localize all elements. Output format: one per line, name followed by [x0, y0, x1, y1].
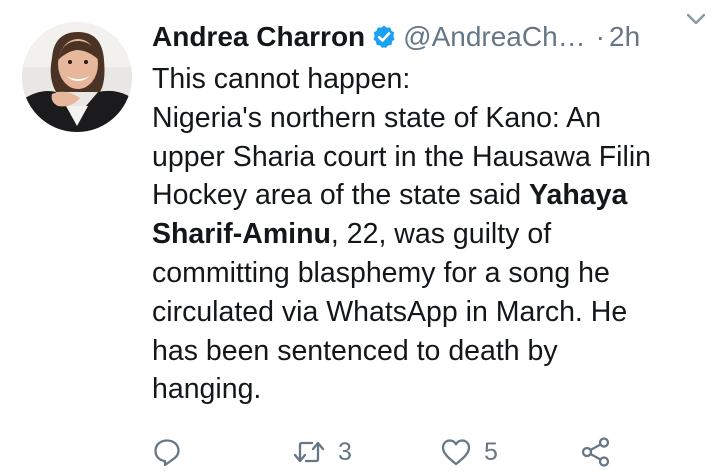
separator-dot: ·	[595, 21, 605, 52]
bold-name: Yahaya	[529, 179, 628, 212]
verified-badge-icon	[373, 25, 395, 49]
tweet-line: committing blasphemy for a song he	[152, 256, 610, 289]
tweet-line: circulated via WhatsApp in March. He	[152, 295, 628, 328]
tweet-line: Hockey area of the state said Yahaya	[152, 176, 702, 215]
tweet-line: Nigeria's northern state of Kano: An	[152, 101, 602, 134]
retweet-count: 3	[338, 437, 352, 466]
share-button[interactable]	[580, 432, 612, 472]
reply-button[interactable]	[152, 432, 182, 472]
tweet-line: upper Sharia court in the Hausawa Filin	[152, 140, 652, 173]
tweet[interactable]: Andrea Charron @AndreaCh… · 2h This cannot…	[0, 0, 720, 476]
reply-icon	[154, 439, 180, 467]
avatar[interactable]	[22, 22, 132, 132]
tweet-text-segment: Hockey area of the state said	[152, 179, 530, 212]
tweet-line: has been sentenced to death by	[152, 334, 558, 367]
tweet-actions: 3 5	[152, 432, 712, 472]
tweet-line: Sharif-Aminu, 22, was guilty of	[152, 215, 702, 254]
tweet-text-segment: , 22, was guilty of	[330, 218, 552, 251]
share-icon	[581, 437, 610, 467]
tweet-line: hanging.	[152, 373, 262, 406]
tweet-header: Andrea Charron @AndreaCh… · 2h	[152, 17, 702, 57]
heart-icon	[441, 439, 471, 466]
author-name[interactable]: Andrea Charron	[152, 21, 365, 52]
retweet-button[interactable]: 3	[292, 432, 352, 472]
tweet-line: This cannot happen:	[152, 63, 411, 95]
bold-name: Sharif-Aminu	[152, 218, 331, 251]
author-handle[interactable]: @AndreaCh…	[403, 21, 586, 52]
retweet-icon	[293, 441, 325, 463]
chevron-down-icon[interactable]	[686, 12, 706, 26]
like-count: 5	[484, 437, 498, 466]
timestamp[interactable]: 2h	[609, 21, 640, 52]
like-button[interactable]: 5	[440, 432, 498, 472]
tweet-text: This cannot happen: Nigeria's northern s…	[152, 60, 702, 409]
